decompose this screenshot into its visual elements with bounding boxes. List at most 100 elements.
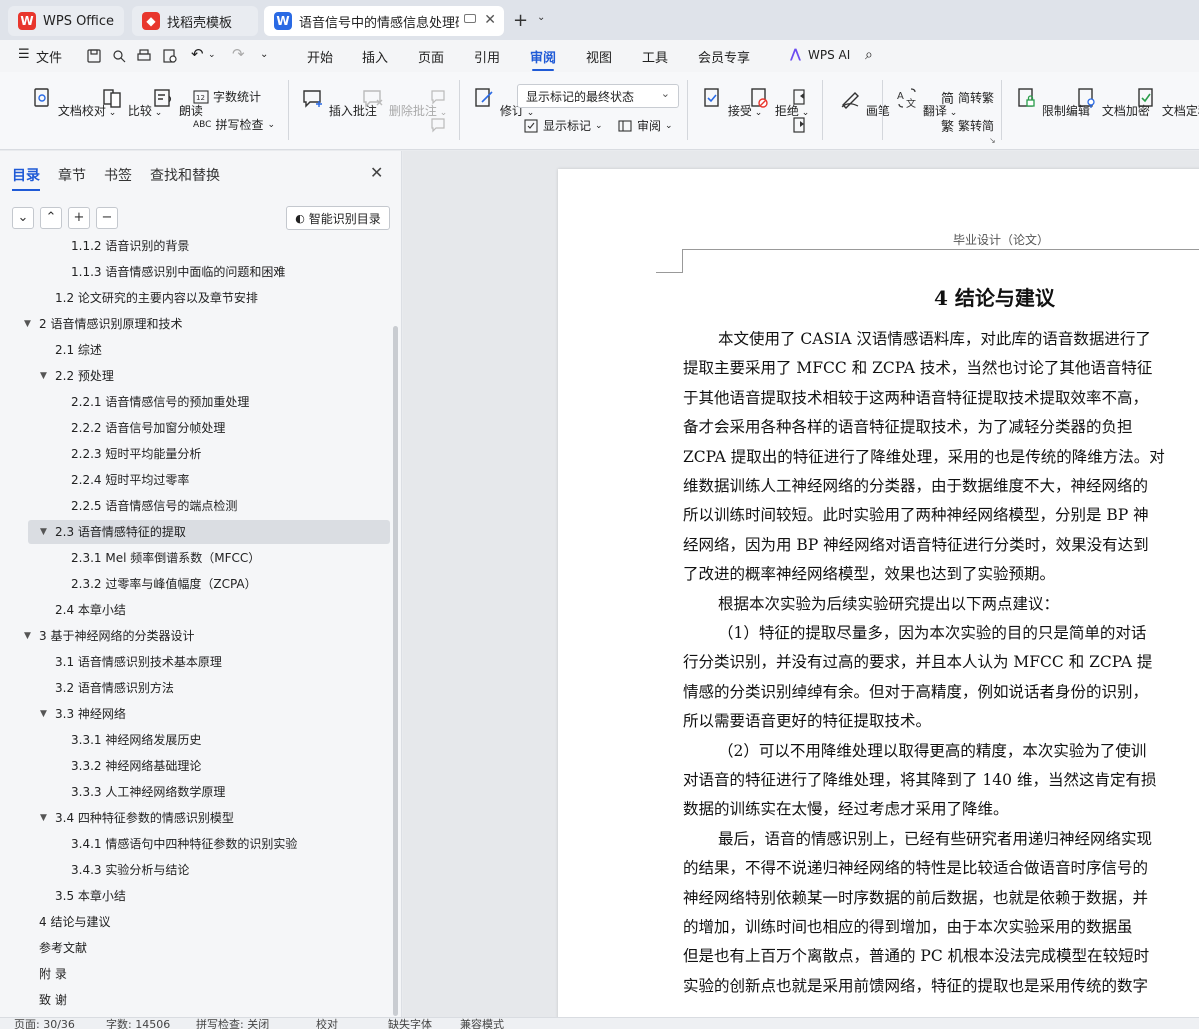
redo-icon[interactable]: ↷ <box>232 45 245 63</box>
panel-tab-toc[interactable]: 目录 <box>12 165 40 191</box>
page-indicator[interactable]: 页面: 30/36 <box>14 1019 75 1029</box>
menu-item[interactable]: 插入 <box>362 47 388 66</box>
word-count-status[interactable]: 字数: 14506 <box>106 1019 170 1029</box>
toc-item[interactable]: 2.3.1 Mel 频率倒谱系数（MFCC） <box>28 546 390 570</box>
toc-item[interactable]: 1.1.2 语音识别的背景 <box>28 236 390 258</box>
navigation-panel: 目录 章节 书签 查找和替换 ✕ ⌄ ⌃ + − ◐ 智能识别目录 1.1.2 … <box>0 151 402 1017</box>
proof-status[interactable]: 校对 <box>316 1019 338 1029</box>
toc-item[interactable]: ▼ 2 语音情感识别原理和技术 <box>24 312 390 336</box>
expand-arrow-icon[interactable]: ▼ <box>40 364 47 388</box>
close-panel-icon[interactable]: ✕ <box>370 163 383 182</box>
undo-icon[interactable]: ↶ <box>191 45 204 63</box>
missing-font-status[interactable]: 缺失字体 <box>388 1019 432 1029</box>
panel-tab-sections[interactable]: 章节 <box>58 165 86 185</box>
smart-toc-button[interactable]: ◐ 智能识别目录 <box>286 206 390 230</box>
menu-file[interactable]: 文件 <box>36 47 62 66</box>
toc-item[interactable]: 2.2.4 短时平均过零率 <box>28 468 390 492</box>
menu-item[interactable]: 开始 <box>307 47 333 66</box>
panel-tab-bookmarks[interactable]: 书签 <box>104 165 132 185</box>
search-icon[interactable]: ⌕ <box>865 47 873 63</box>
next-change-icon[interactable] <box>791 116 809 134</box>
spell-check-status[interactable]: 拼写检查: 关闭 <box>196 1019 269 1029</box>
screen-icon[interactable] <box>464 14 476 23</box>
paragraph-line: （1）特征的提取尽量多，因为本次实验的目的只是简单的对话 <box>718 624 1147 642</box>
print-icon[interactable] <box>136 48 152 64</box>
toc-item[interactable]: 2.2.3 短时平均能量分析 <box>28 442 390 466</box>
export-icon[interactable] <box>111 48 127 64</box>
toc-item[interactable]: 2.4 本章小结 <box>28 598 390 622</box>
menu-item[interactable]: 会员专享 <box>698 47 750 66</box>
review-pane-button[interactable]: 审阅 ⌄ <box>617 117 673 134</box>
toc-item[interactable]: 2.2.5 语音情感信号的端点检测 <box>28 494 390 518</box>
toc-item-label: 1.2 论文研究的主要内容以及章节安排 <box>55 291 258 305</box>
next-comment-icon[interactable] <box>429 116 447 134</box>
finalize-button[interactable]: 文档定稿 ⌄ <box>1134 86 1199 119</box>
hamburger-icon[interactable]: ☰ <box>18 47 30 62</box>
toc-item[interactable]: 4 结论与建议 <box>28 910 390 934</box>
page-header: 毕业设计（论文） <box>953 233 1050 247</box>
wps-ai-button[interactable]: WPS AI <box>808 48 850 62</box>
ribbon-expand-icon[interactable]: ↘ <box>989 136 996 145</box>
close-tab-icon[interactable]: ✕ <box>484 12 496 28</box>
collapse-up-icon[interactable]: ⌃ <box>40 207 62 229</box>
toc-item[interactable]: 3.3.2 神经网络基础理论 <box>28 754 390 778</box>
expand-down-icon[interactable]: ⌄ <box>12 207 34 229</box>
toc-item[interactable]: ▼ 3.3 神经网络 <box>28 702 390 726</box>
menu-item-active[interactable]: 审阅 <box>530 47 556 71</box>
menu-item[interactable]: 引用 <box>474 47 500 66</box>
toc-item[interactable]: 致 谢 <box>28 988 390 1012</box>
toc-item[interactable]: 3.5 本章小结 <box>28 884 390 908</box>
toc-item[interactable]: 附 录 <box>28 962 390 986</box>
toc-item[interactable]: 3.4.3 实验分析与结论 <box>28 858 390 882</box>
wps-ai-icon[interactable]: ⋀ <box>790 47 801 62</box>
expand-arrow-icon[interactable]: ▼ <box>40 520 47 544</box>
toc-item[interactable]: 3.3.1 神经网络发展历史 <box>28 728 390 752</box>
toc-item[interactable]: ▼ 3 基于神经网络的分类器设计 <box>24 624 390 648</box>
toc-item[interactable]: 3.1 语音情感识别技术基本原理 <box>28 650 390 674</box>
toc-item[interactable]: 2.2.2 语音信号加窗分帧处理 <box>28 416 390 440</box>
toc-item[interactable]: 3.2 语音情感识别方法 <box>28 676 390 700</box>
toc-item[interactable]: 2.1 综述 <box>28 338 390 362</box>
prev-change-icon[interactable] <box>791 88 809 106</box>
tab-document[interactable]: W 语音信号中的情感信息处理研究 ✕ <box>264 6 504 36</box>
menu-item[interactable]: 页面 <box>418 47 444 66</box>
markup-state-select[interactable]: 显示标记的最终状态 ⌄ <box>517 84 679 108</box>
expand-arrow-icon[interactable]: ▼ <box>40 806 47 830</box>
menu-item[interactable]: 视图 <box>586 47 612 66</box>
tab-wps-office[interactable]: W WPS Office <box>8 6 124 36</box>
toc-item[interactable]: 3.3.3 人工神经网络数学原理 <box>28 780 390 804</box>
tab-template[interactable]: ◆ 找稻壳模板 <box>132 6 258 36</box>
add-heading-icon[interactable]: + <box>68 207 90 229</box>
toc-item[interactable]: ▼ 2.2 预处理 <box>28 364 390 388</box>
expand-arrow-icon[interactable]: ▼ <box>40 702 47 726</box>
spell-check-button[interactable]: ABC 拼写检查 ⌄ <box>193 116 275 133</box>
toc-item[interactable]: 1.2 论文研究的主要内容以及章节安排 <box>28 286 390 310</box>
toc-item[interactable]: 参考文献 <box>28 936 390 960</box>
panel-tab-find-replace[interactable]: 查找和替换 <box>150 165 220 185</box>
document-page[interactable]: 毕业设计（论文） 4 结论与建议 本文使用了 CASIA 汉语情感语料库，对此库… <box>558 169 1199 1017</box>
prev-comment-icon[interactable] <box>429 88 447 106</box>
save-icon[interactable] <box>86 48 102 64</box>
toc-scrollbar[interactable] <box>393 326 398 1016</box>
header-rule <box>683 249 1199 250</box>
show-markup-button[interactable]: 显示标记 ⌄ <box>523 117 603 134</box>
toc-item[interactable]: ▼ 2.3 语音情感特征的提取 <box>28 520 390 544</box>
more-icon[interactable]: ⌄ <box>260 49 268 60</box>
to-simplified-button[interactable]: 繁 繁转简 <box>941 116 994 135</box>
word-count-button[interactable]: 12 字数统计 <box>193 88 261 105</box>
toc-item[interactable]: 3.4.1 情感语句中四种特征参数的识别实验 <box>28 832 390 856</box>
chevron-down-icon[interactable]: ⌄ <box>537 12 545 23</box>
toc-item[interactable]: 1.1.3 语音情感识别中面临的问题和困难 <box>28 260 390 284</box>
toc-item[interactable]: ▼ 3.4 四种特征参数的情感识别模型 <box>28 806 390 830</box>
toc-item[interactable]: 2.2.1 语音情感信号的预加重处理 <box>28 390 390 414</box>
expand-arrow-icon[interactable]: ▼ <box>24 312 31 336</box>
remove-heading-icon[interactable]: − <box>96 207 118 229</box>
undo-dropdown-icon[interactable]: ⌄ <box>208 50 216 60</box>
expand-arrow-icon[interactable]: ▼ <box>24 624 31 648</box>
print-preview-icon[interactable] <box>162 48 178 64</box>
menu-item[interactable]: 工具 <box>642 47 668 66</box>
new-tab-icon[interactable]: + <box>513 10 528 31</box>
to-traditional-button[interactable]: 简 简转繁 <box>941 88 994 107</box>
toc-item[interactable]: 2.3.2 过零率与峰值幅度（ZCPA） <box>28 572 390 596</box>
toc-item-label: 2.3.2 过零率与峰值幅度（ZCPA） <box>71 577 257 591</box>
